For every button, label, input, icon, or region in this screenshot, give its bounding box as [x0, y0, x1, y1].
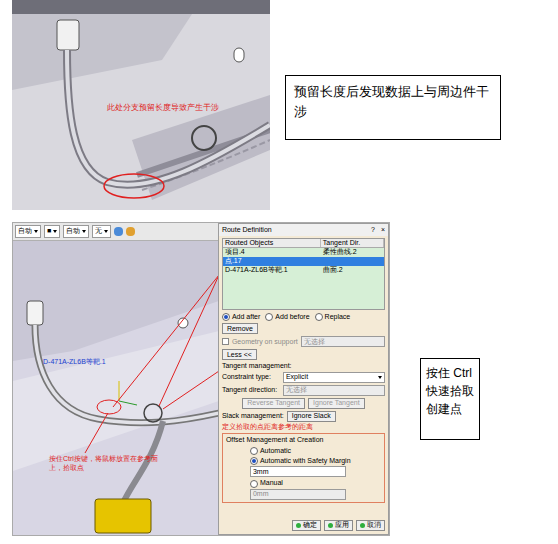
toolbar: 自动■自动无 [13, 223, 218, 241]
help-button[interactable]: ? [371, 226, 375, 234]
dialog-title-bar: Route Definition? × [219, 224, 388, 236]
geometry-field[interactable]: 无选择 [301, 336, 385, 347]
offset-group: Offset Management at Creation Automatic Au… [222, 433, 385, 503]
screenshot-interference: 此处分支预留长度导致产生干涉 [12, 0, 270, 210]
radio-button[interactable] [250, 447, 258, 455]
interference-ellipse-icon [104, 174, 164, 198]
toolbar-dropdown[interactable]: ■ [44, 225, 60, 238]
caption-box: 按住 Ctrl 快速拾取创建点 [420, 358, 480, 440]
tool-icon[interactable] [126, 227, 135, 236]
dialog-actions: 确定应用取消 [219, 517, 388, 534]
tangent-button[interactable]: Reverse Tangent [242, 398, 305, 409]
viewer-annotation: 按住Ctrl按键，将鼠标放置在参考面上，拾取点 [49, 455, 161, 473]
dropdown-arrow-icon [53, 230, 57, 233]
insert-mode-option[interactable]: Add after [222, 313, 260, 321]
dropdown-arrow-icon [82, 230, 86, 233]
offset-title: Offset Management at Creation [226, 436, 381, 444]
toolbar-dropdown[interactable]: 自动 [15, 225, 41, 238]
table-row[interactable]: 点.17 [223, 257, 384, 266]
dropdown-arrow-icon [104, 230, 108, 233]
interference-annotation: 此处分支预留长度导致产生干涉 [107, 102, 219, 114]
dialog-title: Route Definition [222, 226, 272, 234]
action-dot-icon [328, 523, 333, 528]
offset-field[interactable]: 0mm [250, 489, 346, 500]
table-row[interactable]: D-471A-ZL6B等靶.1曲面.2 [223, 266, 384, 275]
slide: 此处分支预留长度导致产生干涉预留长度后发现数据上与周边件干涉自动■自动无D-47… [0, 0, 558, 544]
action-button[interactable]: 取消 [356, 520, 385, 531]
radio-button[interactable] [315, 313, 323, 321]
ignore-slack-button[interactable]: Ignore Slack [287, 411, 336, 422]
routed-objects-table: Routed ObjectsTangent Dir.项目.4柔性曲线.2点.17… [222, 238, 385, 310]
radio-button[interactable] [265, 313, 273, 321]
column-header[interactable]: Routed Objects [223, 239, 321, 247]
toolbar-dropdown[interactable]: 自动 [63, 225, 89, 238]
toolbar-dropdown[interactable]: 无 [92, 225, 111, 238]
column-header[interactable]: Tangent Dir. [321, 239, 384, 247]
screenshot-route-definition: 自动■自动无D-471A-ZL6B等靶.1按住Ctrl按键，将鼠标放置在参考面上… [12, 222, 390, 536]
tangent-button[interactable]: Ignore Tangent [308, 398, 365, 409]
insert-mode-option[interactable]: Replace [315, 313, 351, 321]
tool-icon[interactable] [114, 227, 123, 236]
offset-option[interactable]: Automatic [250, 447, 381, 455]
table-row[interactable]: 项目.4柔性曲线.2 [223, 248, 384, 257]
insert-mode-option[interactable]: Add before [265, 313, 309, 321]
radio-button[interactable] [250, 457, 258, 465]
tangent-direction-field[interactable]: 无选择 [283, 385, 385, 396]
action-dot-icon [360, 523, 365, 528]
action-dot-icon [296, 523, 301, 528]
note-annotation: 定义拾取的点距离参考的距离 [219, 423, 388, 431]
dropdown-arrow-icon [378, 376, 382, 379]
tangent-heading: Tangent management: [219, 362, 388, 370]
radio-button[interactable] [222, 313, 230, 321]
radio-button[interactable] [250, 480, 258, 488]
caption-box: 预留长度后发现数据上与周边件干涉 [285, 75, 501, 140]
action-button[interactable]: 确定 [292, 520, 321, 531]
less-button[interactable]: Less << [222, 349, 257, 360]
insert-mode-group: Add after Add before Replace [219, 313, 388, 321]
route-definition-dialog: Route Definition?×Routed ObjectsTangent … [218, 223, 389, 535]
offset-option[interactable]: Manual [250, 479, 381, 487]
offset-field[interactable]: 3mm [250, 466, 346, 477]
table-header: Routed ObjectsTangent Dir. [223, 239, 384, 248]
constraint-dropdown[interactable]: Explicit [283, 372, 385, 383]
action-button[interactable]: 应用 [324, 520, 353, 531]
cable-route-scene-icon [13, 241, 218, 535]
3d-viewer[interactable]: D-471A-ZL6B等靶.1 按住Ctrl按键，将鼠标放置在参考面上，拾取点 [13, 241, 218, 535]
part-label: D-471A-ZL6B等靶.1 [43, 357, 106, 368]
dropdown-arrow-icon [34, 230, 38, 233]
close-button[interactable]: × [381, 226, 385, 234]
offset-option[interactable]: Automatic with Safety Margin [250, 457, 381, 465]
geometry-checkbox[interactable] [222, 338, 229, 345]
remove-button[interactable]: Remove [222, 323, 258, 334]
